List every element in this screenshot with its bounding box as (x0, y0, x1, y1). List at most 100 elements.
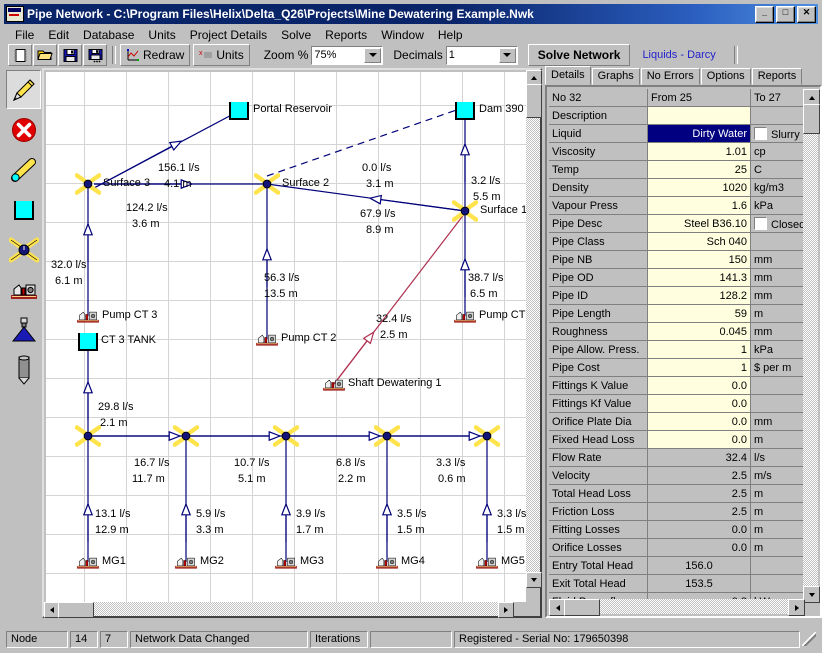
row-value[interactable]: 0.0 (647, 394, 751, 413)
resize-grip-icon[interactable] (802, 632, 816, 646)
network-canvas[interactable]: Portal Reservoir Dam 390 CT 3 TANK Surfa… (46, 72, 526, 602)
zoom-dropdown-button[interactable] (364, 47, 382, 63)
pump-mg3[interactable] (273, 555, 299, 569)
node-bottom-2[interactable] (172, 423, 200, 449)
row-value[interactable]: 1 (647, 340, 751, 359)
row-value[interactable]: Sch 040 (647, 232, 751, 251)
closed-checkbox[interactable] (754, 216, 767, 230)
row-value[interactable]: 128.2 (647, 286, 751, 305)
scroll-down-button[interactable] (526, 572, 542, 588)
row-value[interactable]: 25 (647, 160, 751, 179)
decimals-combo[interactable]: 1 (445, 45, 518, 65)
slurry-checkbox[interactable] (754, 126, 767, 140)
node-bottom-5[interactable] (473, 423, 501, 449)
pump-shaft-dewatering-1[interactable] (321, 377, 347, 391)
maximize-icon: □ (782, 6, 789, 17)
tab-details[interactable]: Details (545, 66, 591, 85)
scroll-thumb-vertical[interactable] (526, 84, 542, 118)
node-tool[interactable] (6, 230, 41, 269)
open-file-button[interactable] (33, 44, 57, 66)
tab-no-errors[interactable]: No Errors (640, 68, 700, 85)
tank-ct3[interactable] (78, 333, 98, 351)
pump-mg2[interactable] (173, 555, 199, 569)
menu-item-reports[interactable]: Reports (318, 26, 374, 44)
decimals-dropdown-button[interactable] (498, 47, 516, 63)
nozzle-tool[interactable] (6, 310, 41, 349)
pump-mg1[interactable] (75, 555, 101, 569)
menu-item-file[interactable]: File (8, 26, 41, 44)
node-bottom-4[interactable] (373, 423, 401, 449)
solve-network-button[interactable]: Solve Network (527, 44, 631, 66)
scroll-track-horizontal[interactable] (58, 602, 498, 616)
row-value[interactable]: 0.0 (647, 412, 751, 431)
save-as-button[interactable] (83, 44, 107, 66)
tab-options[interactable]: Options (700, 68, 751, 85)
pencil-draw-tool[interactable] (6, 70, 41, 109)
scroll-thumb-horizontal[interactable] (58, 602, 94, 618)
property-scroll-down-button[interactable] (803, 586, 820, 603)
pump-ct-1[interactable] (452, 309, 478, 323)
row-value[interactable]: Dirty Water (647, 124, 751, 143)
close-button[interactable]: ✕ (797, 5, 816, 23)
pump-tool[interactable] (6, 270, 41, 309)
tank-dam-390[interactable] (455, 102, 475, 120)
scroll-right-button[interactable] (498, 602, 514, 618)
zoom-combo[interactable]: 75% (311, 45, 384, 65)
node-surface-3[interactable] (74, 171, 102, 197)
tab-graphs[interactable]: Graphs (591, 68, 640, 85)
tank-portal-reservoir[interactable] (229, 102, 249, 120)
well-tool[interactable] (6, 350, 41, 389)
row-value[interactable]: 1 (647, 358, 751, 377)
maximize-button[interactable]: □ (776, 5, 795, 23)
property-scroll-right-button[interactable] (788, 599, 805, 616)
property-grid-horizontal-scrollbar[interactable] (549, 599, 805, 616)
redraw-button[interactable]: Redraw (120, 44, 191, 66)
row-value[interactable]: 0.045 (647, 322, 751, 341)
menu-item-window[interactable]: Window (374, 26, 431, 44)
main-toolbar: Redraw x Units Zoom % 75% Decimals 1 Sol… (4, 44, 818, 66)
menu-item-units[interactable]: Units (141, 26, 182, 44)
canvas-vertical-scrollbar[interactable] (526, 70, 542, 588)
menu-item-project-details[interactable]: Project Details (183, 26, 274, 44)
new-document-button[interactable] (8, 44, 32, 66)
property-scroll-thumb-horizontal[interactable] (564, 599, 600, 616)
row-value[interactable]: Steel B36.10 (647, 214, 751, 233)
tab-reports[interactable]: Reports (751, 68, 803, 85)
menu-item-database[interactable]: Database (76, 26, 141, 44)
row-value[interactable]: 59 (647, 304, 751, 323)
node-bottom-3[interactable] (272, 423, 300, 449)
delete-tool[interactable] (6, 110, 41, 149)
pump-ct-3[interactable] (75, 309, 101, 323)
minimize-button[interactable]: _ (755, 5, 774, 23)
save-button[interactable] (58, 44, 82, 66)
row-value[interactable]: 1.6 (647, 196, 751, 215)
tank-tool[interactable] (6, 190, 41, 229)
row-value[interactable]: 1020 (647, 178, 751, 197)
row-value[interactable]: 0.0 (647, 430, 751, 449)
row-unit[interactable]: Closed (750, 214, 803, 233)
units-button[interactable]: x Units (193, 44, 250, 66)
property-scroll-thumb[interactable] (803, 104, 820, 134)
node-bottom-1[interactable] (74, 423, 102, 449)
row-value[interactable]: 141.3 (647, 268, 751, 287)
row-value[interactable]: 150 (647, 250, 751, 269)
property-scroll-track[interactable] (803, 104, 818, 586)
row-value[interactable]: 1.01 (647, 142, 751, 161)
pump-mg4[interactable] (374, 555, 400, 569)
canvas-horizontal-scrollbar[interactable] (44, 602, 526, 618)
property-grid-vertical-scrollbar[interactable] (803, 89, 820, 603)
status-count: 14 (70, 630, 98, 648)
scroll-track-vertical[interactable] (526, 84, 540, 572)
menu-item-solve[interactable]: Solve (274, 26, 318, 44)
row-value: 0.0 (647, 538, 751, 557)
menu-item-edit[interactable]: Edit (41, 26, 76, 44)
property-grid-scroll-area[interactable]: No 32 From 25 To 27 Description Liquid Di… (549, 89, 803, 601)
pump-ct-2[interactable] (254, 332, 280, 346)
row-value[interactable] (647, 106, 751, 125)
row-value[interactable]: 0.0 (647, 376, 751, 395)
row-unit[interactable]: Slurry (750, 124, 803, 143)
node-surface-2[interactable] (253, 171, 281, 197)
pump-mg5[interactable] (474, 555, 500, 569)
pipe-tool[interactable] (6, 150, 41, 189)
menu-item-help[interactable]: Help (431, 26, 470, 44)
